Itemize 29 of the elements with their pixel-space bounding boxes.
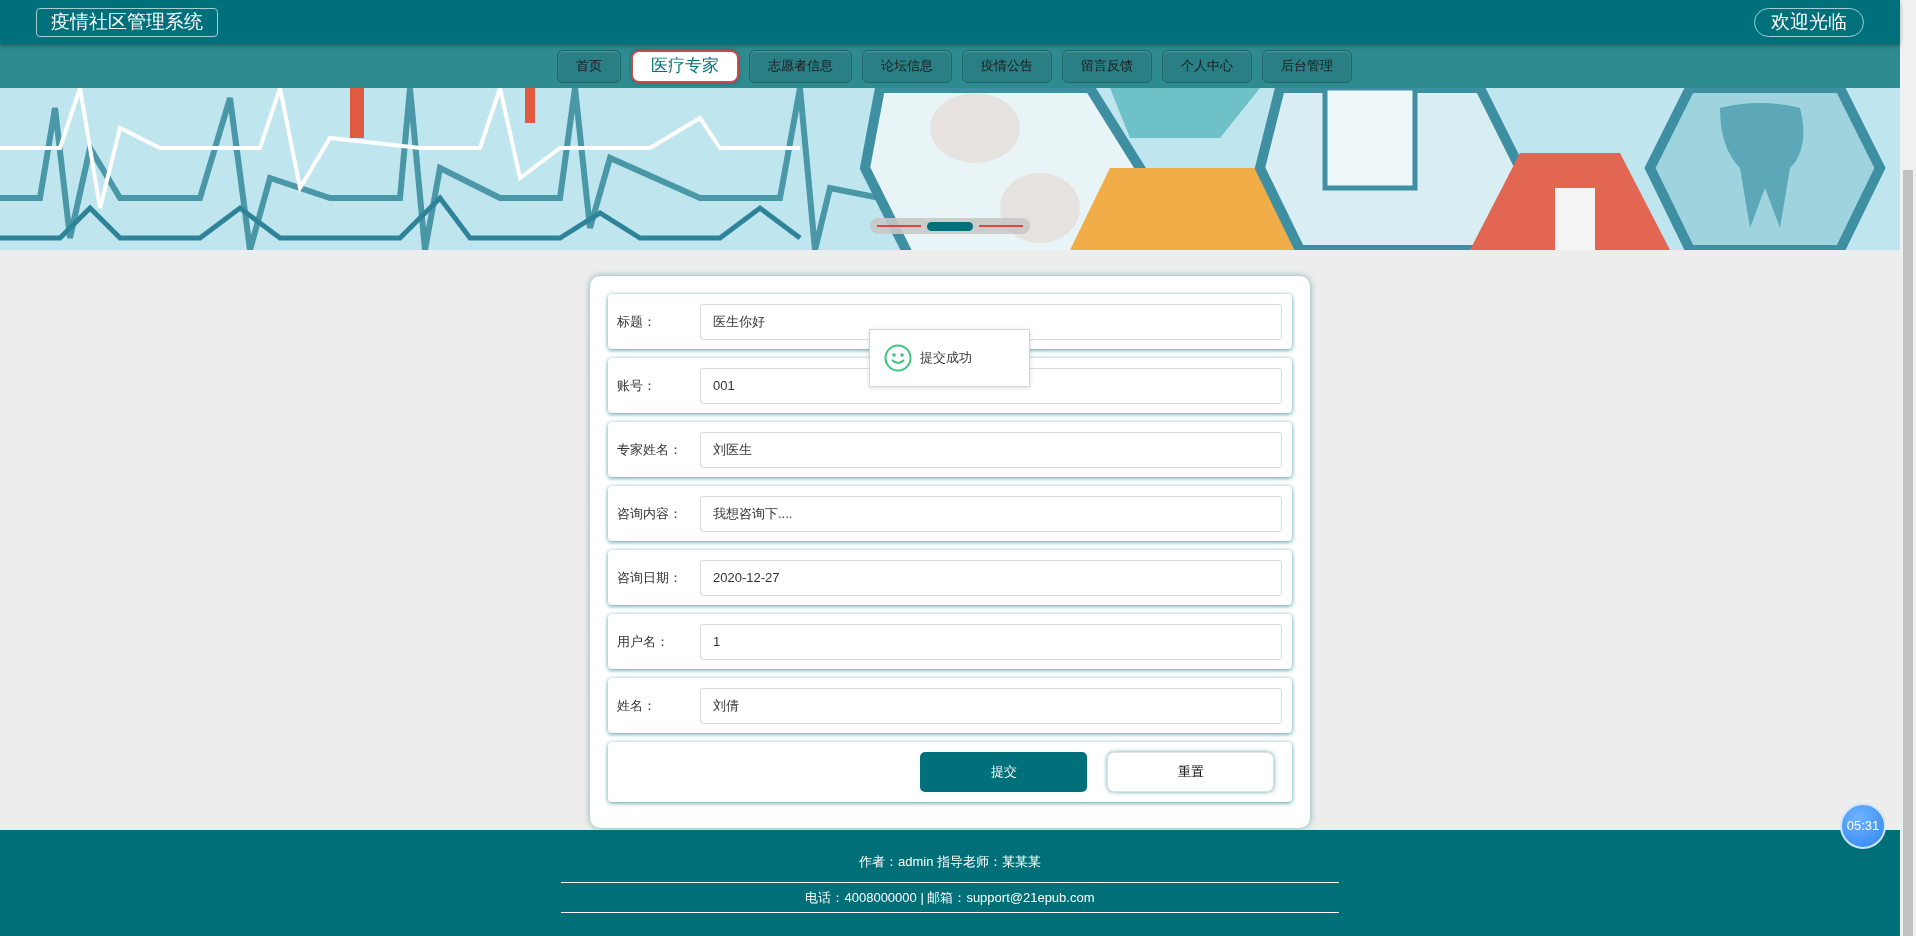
timer-badge: 05:31 (1840, 803, 1886, 849)
field-label: 咨询日期： (617, 568, 683, 587)
reset-button[interactable]: 重置 (1107, 752, 1274, 792)
nav-tab[interactable]: 医疗专家 (630, 49, 739, 83)
input-field[interactable]: 我想咨询下.... (700, 495, 1282, 532)
footer-contact: 电话：4008000000 | 邮箱：support@21epub.com (805, 889, 1095, 908)
field-label: 专家姓名： (617, 440, 683, 459)
site-title: 疫情社区管理系统 (36, 7, 218, 37)
nav-tab[interactable]: 论坛信息 (861, 49, 952, 83)
nav-tab[interactable]: 疫情公告 (961, 49, 1052, 83)
field-label: 咨询内容： (617, 504, 683, 523)
footer-author: 作者：admin 指导老师：某某某 (859, 853, 1041, 872)
input-field[interactable]: 医生你好 (700, 303, 1282, 340)
nav-tab[interactable]: 留言反馈 (1061, 49, 1152, 83)
nav-tab[interactable]: 首页 (556, 49, 621, 83)
input-field[interactable]: 2020-12-27 (700, 559, 1282, 596)
input-field[interactable]: 刘倩 (700, 687, 1282, 724)
nav-tab[interactable]: 后台管理 (1261, 49, 1352, 83)
field-label: 用户名： (617, 632, 670, 651)
input-field[interactable]: 1 (700, 623, 1282, 660)
input-field[interactable]: 刘医生 (700, 431, 1282, 468)
smiley-icon (884, 344, 912, 372)
toast-message: 提交成功 (920, 349, 972, 368)
field-label: 姓名： (617, 696, 657, 715)
field-label: 账号： (617, 376, 657, 395)
nav-tab[interactable]: 志愿者信息 (748, 49, 852, 83)
field-label: 标题： (617, 312, 657, 331)
submit-button[interactable]: 提交 (920, 752, 1087, 792)
nav-tab[interactable]: 个人中心 (1161, 49, 1252, 83)
